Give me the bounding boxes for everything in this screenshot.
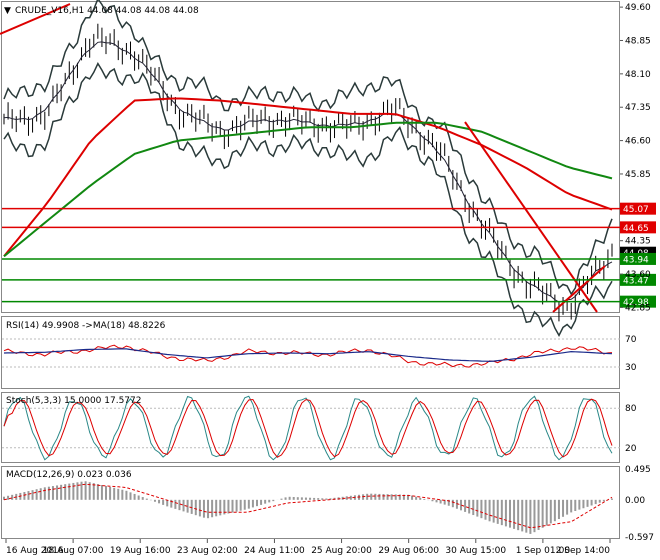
macd-tick-label: 0.00: [625, 496, 645, 506]
price-level-label: 44.65: [623, 224, 649, 234]
time-tick-label: 18 Aug 07:00: [43, 546, 104, 556]
rsi-label: RSI(14) 49.9908 ->MA(18) 48.8226: [6, 321, 166, 331]
price-level-label: 45.07: [623, 205, 649, 215]
price-tick-label: 48.10: [625, 70, 651, 80]
price-tick-label: 45.85: [625, 170, 651, 180]
stoch-tick-label: 20: [625, 444, 637, 454]
rsi-tick-label: 70: [625, 335, 637, 345]
time-tick-label: 24 Aug 11:00: [244, 546, 305, 556]
macd-tick-label: -0.597: [625, 533, 654, 543]
stoch-tick-label: 80: [625, 404, 637, 414]
price-tick-label: 43.60: [625, 270, 651, 280]
macd-label: MACD(12,26,9) 0.023 0.036: [6, 470, 132, 480]
price-tick-label: 44.35: [625, 237, 651, 247]
price-tick-label: 49.60: [625, 3, 651, 13]
time-tick-label: 19 Aug 16:00: [110, 546, 171, 556]
price-tick-label: 46.60: [625, 137, 651, 147]
rsi-tick-label: 30: [625, 363, 637, 373]
price-tick-label: 42.85: [625, 303, 651, 313]
price-level-label: 43.94: [623, 255, 649, 265]
symbol-title: CRUDE_V16,H1 44.08 44.08 44.08 44.08: [15, 6, 199, 16]
time-tick-label: 30 Aug 15:00: [445, 546, 506, 556]
dropdown-arrow-icon[interactable]: ▼: [4, 6, 11, 16]
time-tick-label: 29 Aug 06:00: [378, 546, 439, 556]
time-tick-label: 2 Sep 14:00: [556, 546, 611, 556]
price-tick-label: 47.35: [625, 103, 651, 113]
time-tick-label: 23 Aug 02:00: [177, 546, 238, 556]
trading-chart[interactable]: 45.0744.6544.0843.9443.4742.98 49.6048.8…: [0, 0, 660, 560]
price-tick-label: 48.85: [625, 36, 651, 46]
macd-tick-label: 0.495: [625, 465, 651, 475]
stoch-label: Stoch(5,3,3) 15.0000 17.5772: [6, 396, 141, 406]
time-tick-label: 25 Aug 20:00: [311, 546, 372, 556]
